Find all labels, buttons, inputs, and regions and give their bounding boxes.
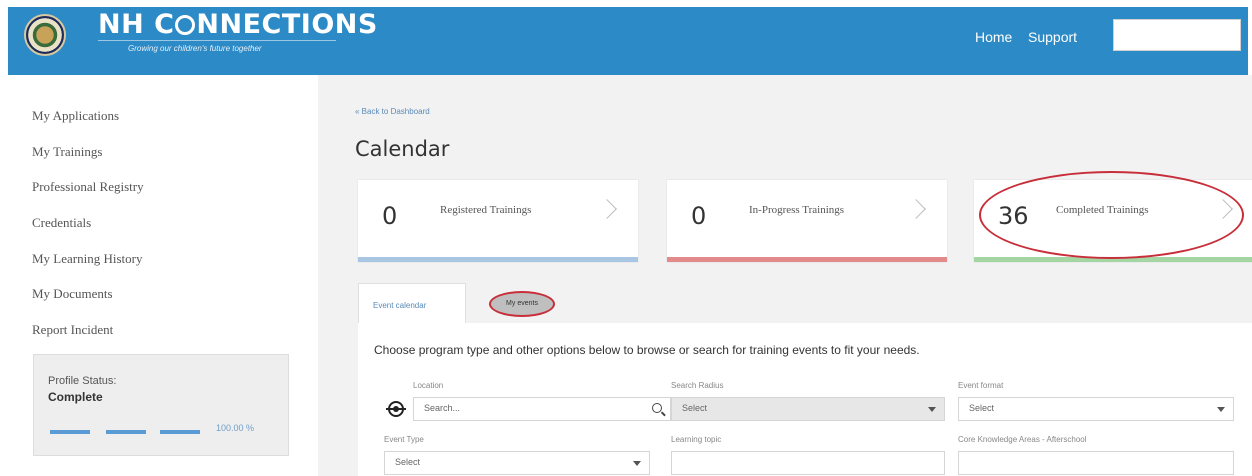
tab-event-calendar[interactable]: Event calendar — [358, 283, 466, 323]
chevron-down-icon — [928, 407, 936, 412]
brand-tagline: Growing our children's future together — [128, 44, 262, 53]
profile-status-box: Profile Status: Complete 100.00 % — [33, 354, 289, 456]
my-events-pill: My events — [489, 291, 555, 317]
page-title: Calendar — [355, 137, 450, 161]
header-user-field[interactable] — [1113, 19, 1241, 51]
profile-status-value: Complete — [48, 390, 103, 404]
event-format-select[interactable]: Select — [958, 397, 1234, 421]
annotation-ring-completed — [979, 171, 1244, 259]
profile-progress-segment — [50, 430, 90, 434]
tagline-divider — [98, 40, 336, 41]
sidebar-item-my-documents[interactable]: My Documents — [32, 286, 113, 302]
event-format-label: Event format — [958, 381, 1004, 390]
location-search-input[interactable]: Search... — [413, 397, 671, 421]
chevron-right-icon — [906, 199, 926, 219]
brand-wordmark[interactable]: NH C NNECTIONS — [98, 9, 378, 40]
brand-text-right: NNECTIONS — [196, 9, 378, 40]
search-radius-label: Search Radius — [671, 381, 724, 390]
stat-card-registered[interactable]: 0 Registered Trainings — [358, 180, 638, 262]
brand-o-icon — [175, 15, 196, 35]
nav-support-link[interactable]: Support — [1028, 29, 1077, 45]
learning-topic-select[interactable] — [671, 451, 945, 475]
main-content: « Back to Dashboard Calendar 0 Registere… — [318, 75, 1252, 476]
stat-card-in-progress[interactable]: 0 In-Progress Trainings — [667, 180, 947, 262]
intro-text: Choose program type and other options be… — [374, 343, 920, 357]
search-radius-value: Select — [682, 403, 708, 413]
profile-progress-segment — [160, 430, 200, 434]
event-type-select[interactable]: Select — [384, 451, 650, 475]
sidebar-item-my-learning-history[interactable]: My Learning History — [32, 251, 142, 267]
stat-label: Registered Trainings — [440, 204, 532, 216]
core-knowledge-label: Core Knowledge Areas - Afterschool — [958, 435, 1087, 444]
nav-home-link[interactable]: Home — [975, 29, 1012, 45]
sidebar: My Applications My Trainings Professiona… — [0, 75, 318, 476]
stat-count: 0 — [382, 202, 398, 230]
sidebar-item-my-applications[interactable]: My Applications — [32, 108, 119, 124]
stat-accent-bar — [358, 257, 638, 262]
profile-progress-segment — [106, 430, 146, 434]
profile-status-label: Profile Status: — [48, 375, 117, 387]
search-icon[interactable] — [652, 403, 662, 413]
top-header: NH C NNECTIONS Growing our children's fut… — [8, 7, 1248, 75]
sidebar-item-report-incident[interactable]: Report Incident — [32, 322, 113, 338]
profile-progress-percent: 100.00 % — [216, 423, 255, 433]
location-label: Location — [413, 381, 444, 390]
stat-accent-bar — [667, 257, 947, 262]
nh-seal-logo[interactable] — [24, 14, 66, 56]
event-type-label: Event Type — [384, 435, 424, 444]
chevron-down-icon — [1217, 407, 1225, 412]
search-radius-select[interactable]: Select — [671, 397, 945, 421]
locate-icon[interactable] — [386, 401, 406, 417]
sidebar-item-credentials[interactable]: Credentials — [32, 215, 91, 231]
tab-my-events[interactable]: My events — [476, 285, 576, 325]
back-to-dashboard-link[interactable]: « Back to Dashboard — [355, 107, 430, 116]
core-knowledge-select[interactable] — [958, 451, 1234, 475]
event-format-value: Select — [969, 403, 995, 413]
event-type-value: Select — [395, 457, 421, 467]
brand-text-left: NH C — [98, 9, 175, 40]
chevron-down-icon — [633, 461, 641, 466]
sidebar-item-my-trainings[interactable]: My Trainings — [32, 144, 102, 160]
location-placeholder: Search... — [424, 403, 461, 413]
stat-label: In-Progress Trainings — [749, 204, 845, 216]
learning-topic-label: Learning topic — [671, 435, 722, 444]
stat-count: 0 — [691, 202, 707, 230]
chevron-right-icon — [597, 199, 617, 219]
sidebar-item-professional-registry[interactable]: Professional Registry — [32, 179, 144, 195]
calendar-filter-panel: Choose program type and other options be… — [358, 323, 1252, 476]
